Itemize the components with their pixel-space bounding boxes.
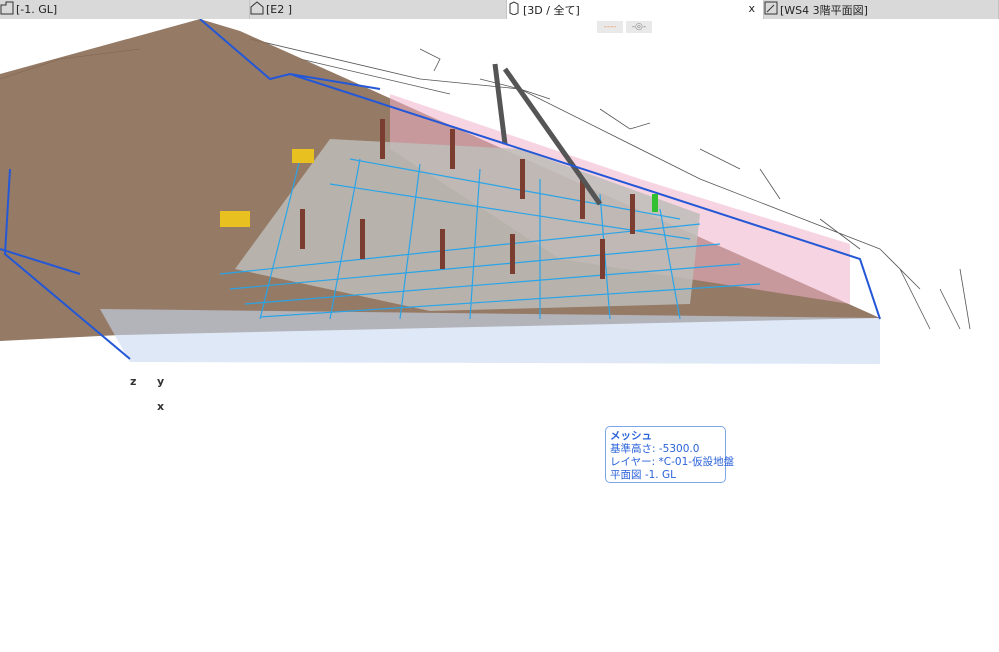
element-info-tooltip: メッシュ 基準高さ: -5300.0 レイヤー: *C-01-仮設地盤 平面図 … [605,426,735,483]
axis-x-label: x [157,400,165,413]
tab-elevation-e2[interactable]: [E2 ] [250,0,507,19]
tab-label: [WS4 3階平面図] [780,3,868,17]
tab-worksheet-ws4[interactable]: [WS4 3階平面図] [764,0,999,19]
elevation-icon [250,1,264,18]
close-tab-button[interactable]: x [748,2,755,15]
tab-3d-all[interactable]: [3D / 全て] x [507,0,764,19]
tooltip-elevation: 基準高さ: -5300.0 [610,443,700,455]
tooltip-story: 平面図 -1. GL [610,469,676,481]
axis-z-label: z [130,375,137,388]
view-tab-bar: [-1. GL] [E2 ] [3D / 全て] x [WS4 3階平面図] [0,0,999,19]
tab-label: [3D / 全て] [523,3,580,17]
mesh-slab [100,309,880,364]
tab-label: [E2 ] [266,3,293,16]
axis-y-label: y [157,375,165,388]
tab-label: [-1. GL] [16,3,58,16]
3d-view-icon [507,1,521,18]
3d-model-viewport[interactable] [0,19,999,652]
tooltip-layer: レイヤー: *C-01-仮設地盤 [610,456,735,468]
floor-plan-icon [0,1,14,18]
tooltip-title: メッシュ [610,430,652,442]
worksheet-icon [764,1,778,18]
tab-floor-gl[interactable]: [-1. GL] [0,0,250,19]
selected-marker [652,194,658,212]
